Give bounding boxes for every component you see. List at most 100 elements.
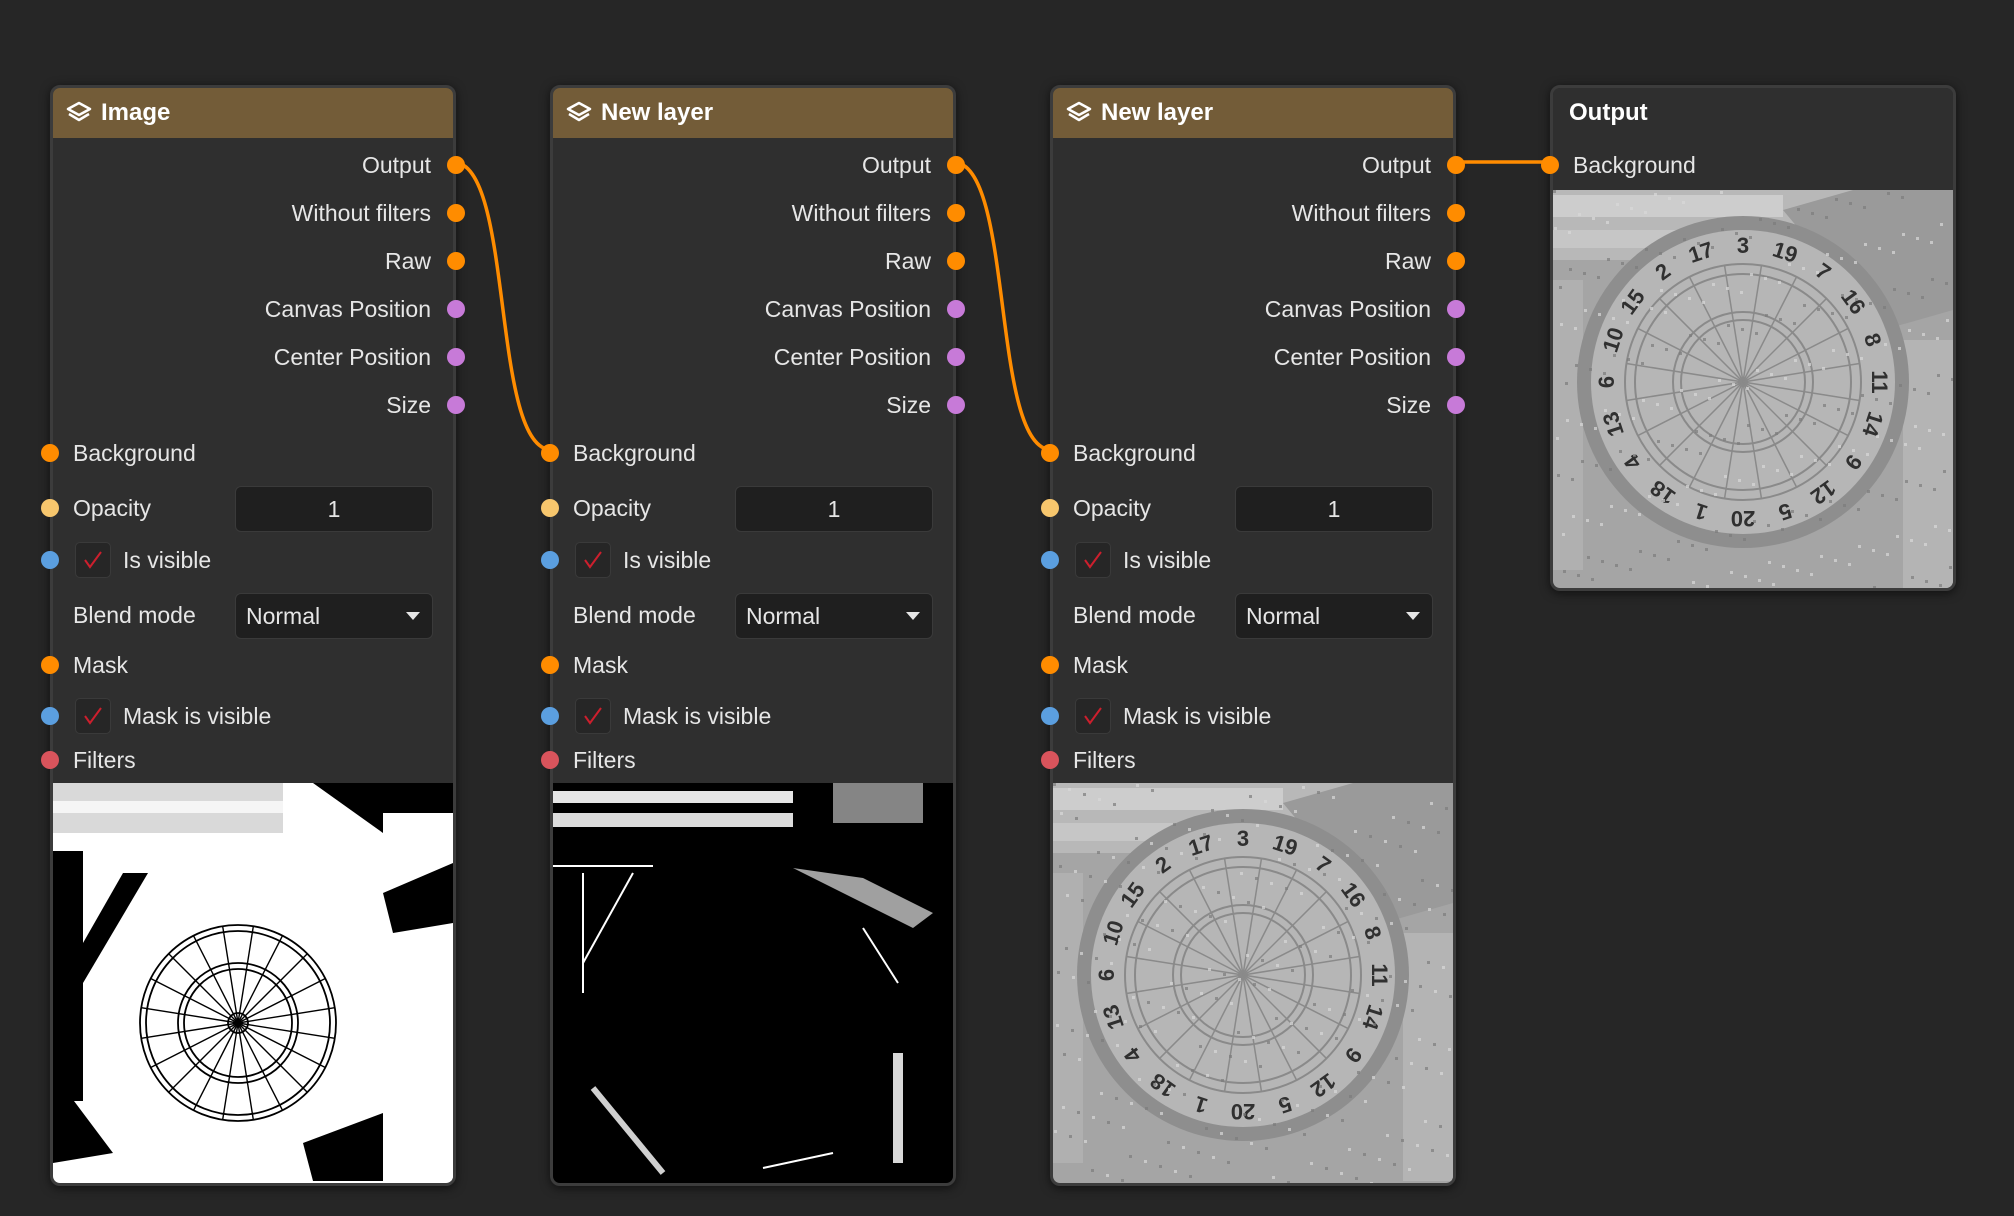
dart-number: 3	[1237, 826, 1249, 851]
mask-socket[interactable]	[541, 656, 559, 674]
without-filters-socket[interactable]	[447, 204, 465, 222]
canvas-position-socket[interactable]	[1447, 300, 1465, 318]
output-center-position: Center Position	[553, 337, 965, 377]
checkmark-icon	[1084, 551, 1102, 569]
is-visible-checkbox[interactable]	[575, 542, 611, 578]
without-filters-socket[interactable]	[947, 204, 965, 222]
center-position-socket[interactable]	[447, 348, 465, 366]
background-input-socket[interactable]	[1541, 156, 1559, 174]
output-without-filters: Without filters	[553, 193, 965, 233]
output-label: Raw	[1384, 248, 1431, 274]
output-raw: Raw	[1053, 241, 1465, 281]
preview-image	[553, 783, 953, 1183]
opacity-input: Opacity 1	[541, 486, 953, 532]
raw-socket[interactable]	[1447, 252, 1465, 270]
output-preview-image: 2011841361015217 3 19716811149125	[1553, 190, 1953, 588]
output-label: Without filters	[1291, 200, 1431, 226]
opacity-label: Opacity	[573, 495, 651, 521]
blend-mode-label: Blend mode	[573, 602, 696, 628]
mask-socket[interactable]	[1041, 656, 1059, 674]
opacity-field[interactable]: 1	[735, 486, 933, 532]
mask-socket[interactable]	[41, 656, 59, 674]
background-socket[interactable]	[1041, 444, 1059, 462]
blend-mode-input: Blend mode Normal	[553, 593, 953, 639]
without-filters-socket[interactable]	[1447, 204, 1465, 222]
filters-socket[interactable]	[1041, 751, 1059, 769]
filters-socket[interactable]	[41, 751, 59, 769]
opacity-socket[interactable]	[541, 499, 559, 517]
opacity-socket[interactable]	[1041, 499, 1059, 517]
is-visible-input: Is visible	[541, 540, 953, 580]
dart-number: 6	[1094, 969, 1119, 981]
opacity-field[interactable]: 1	[1235, 486, 1433, 532]
mask-visible-input: Mask is visible	[41, 696, 453, 736]
mask-label: Mask	[73, 652, 128, 678]
background-input: Background	[1041, 433, 1453, 473]
mask-visible-socket[interactable]	[541, 707, 559, 725]
background-socket[interactable]	[41, 444, 59, 462]
opacity-field[interactable]: 1	[235, 486, 433, 532]
output-node[interactable]: Output Background 20 1 18 4 13 6 10 15 2 17 3 19 7 16…	[1541, 85, 1956, 591]
blend-mode-dropdown[interactable]: Normal	[235, 593, 433, 639]
output-center-position: Center Position	[53, 337, 465, 377]
mask-visible-checkbox[interactable]	[1075, 698, 1111, 734]
node-preview	[53, 783, 453, 1183]
mask-visible-socket[interactable]	[41, 707, 59, 725]
output-preview: 20 1 18 4 13 6 10 15 2 17 3 19 7 16 8 11 14 9 12 5	[1553, 190, 1953, 588]
is-visible-socket[interactable]	[41, 551, 59, 569]
output-socket[interactable]	[1447, 156, 1465, 174]
size-socket[interactable]	[1447, 396, 1465, 414]
is-visible-label: Is visible	[123, 547, 212, 573]
output-size: Size	[553, 385, 965, 425]
is-visible-checkbox[interactable]	[1075, 542, 1111, 578]
is-visible-socket[interactable]	[541, 551, 559, 569]
chevron-down-icon	[406, 612, 420, 620]
wire-image-to-layer1[interactable]	[452, 160, 553, 452]
mask-visible-socket[interactable]	[1041, 707, 1059, 725]
output-label: Canvas Position	[1264, 296, 1431, 322]
image-node[interactable]: Image Output Without filters Raw Canvas Posi…	[41, 85, 465, 1186]
raw-socket[interactable]	[947, 252, 965, 270]
background-label: Background	[1073, 440, 1196, 466]
background-input: Background	[41, 433, 453, 473]
center-position-socket[interactable]	[1447, 348, 1465, 366]
is-visible-checkbox[interactable]	[75, 542, 111, 578]
output-node-header[interactable]: Output	[1553, 88, 1953, 138]
output-label: Raw	[884, 248, 931, 274]
output-label: Raw	[384, 248, 431, 274]
output-center-position: Center Position	[1053, 337, 1465, 377]
node-header[interactable]: Image	[53, 88, 453, 138]
canvas-position-socket[interactable]	[947, 300, 965, 318]
opacity-input: Opacity 1	[41, 486, 453, 532]
size-socket[interactable]	[947, 396, 965, 414]
mask-input: Mask	[1041, 645, 1453, 685]
new-layer-node-1[interactable]: New layer Output Without filters Raw Canvas …	[541, 85, 965, 1186]
filters-label: Filters	[1073, 747, 1136, 773]
new-layer-node-2[interactable]: New layer Output Without filters Raw Canvas …	[1041, 85, 1465, 1186]
dart-number: 20	[1231, 1099, 1255, 1124]
center-position-socket[interactable]	[947, 348, 965, 366]
output-socket[interactable]	[447, 156, 465, 174]
chevron-down-icon	[1406, 612, 1420, 620]
size-socket[interactable]	[447, 396, 465, 414]
wire-layer1-to-layer2[interactable]	[952, 160, 1053, 452]
opacity-socket[interactable]	[41, 499, 59, 517]
output-canvas-position: Canvas Position	[553, 289, 965, 329]
is-visible-socket[interactable]	[1041, 551, 1059, 569]
background-socket[interactable]	[541, 444, 559, 462]
output-without-filters: Without filters	[53, 193, 465, 233]
output-label: Center Position	[273, 344, 431, 370]
mask-visible-checkbox[interactable]	[75, 698, 111, 734]
blend-mode-dropdown[interactable]: Normal	[735, 593, 933, 639]
output-socket[interactable]	[947, 156, 965, 174]
canvas-position-socket[interactable]	[447, 300, 465, 318]
output-label: Output	[1361, 152, 1431, 178]
checkmark-icon	[584, 551, 602, 569]
node-header[interactable]: New layer	[553, 88, 953, 138]
node-header[interactable]: New layer	[1053, 88, 1453, 138]
blend-mode-dropdown[interactable]: Normal	[1235, 593, 1433, 639]
filters-socket[interactable]	[541, 751, 559, 769]
raw-socket[interactable]	[447, 252, 465, 270]
mask-label: Mask	[1073, 652, 1128, 678]
mask-visible-checkbox[interactable]	[575, 698, 611, 734]
